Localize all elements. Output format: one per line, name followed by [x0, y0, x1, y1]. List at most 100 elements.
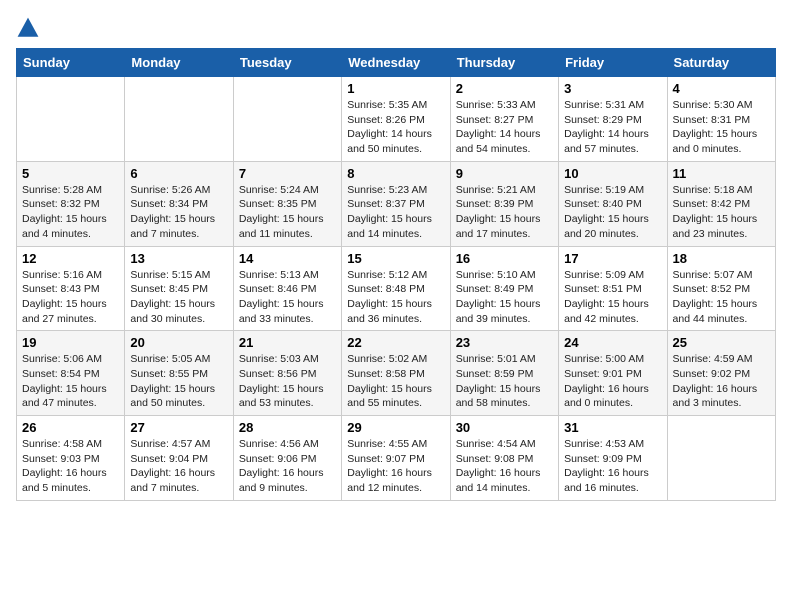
day-info: Sunrise: 5:06 AMSunset: 8:54 PMDaylight:… — [22, 352, 119, 411]
calendar-cell: 7 Sunrise: 5:24 AMSunset: 8:35 PMDaylight… — [233, 161, 341, 246]
day-number: 9 — [456, 166, 553, 181]
calendar-cell: 26 Sunrise: 4:58 AMSunset: 9:03 PMDayligh… — [17, 416, 125, 501]
calendar-cell: 23Sunrise: 5:01 AMSunset: 8:59 PMDayligh… — [450, 331, 558, 416]
calendar-header: SundayMondayTuesdayWednesdayThursdayFrid… — [17, 49, 776, 77]
calendar-cell: 6 Sunrise: 5:26 AMSunset: 8:34 PMDaylight… — [125, 161, 233, 246]
day-info: Sunrise: 5:31 AMSunset: 8:29 PMDaylight:… — [564, 98, 661, 157]
calendar-cell — [125, 77, 233, 162]
day-number: 6 — [130, 166, 227, 181]
calendar-cell: 28 Sunrise: 4:56 AMSunset: 9:06 PMDayligh… — [233, 416, 341, 501]
calendar-cell: 20 Sunrise: 5:05 AMSunset: 8:55 PMDayligh… — [125, 331, 233, 416]
logo-icon — [16, 16, 40, 40]
day-info: Sunrise: 4:59 AMSunset: 9:02 PMDaylight:… — [673, 352, 770, 411]
day-info: Sunrise: 5:01 AMSunset: 8:59 PMDaylight:… — [456, 352, 553, 411]
weekday-row: SundayMondayTuesdayWednesdayThursdayFrid… — [17, 49, 776, 77]
day-info: Sunrise: 5:28 AMSunset: 8:32 PMDaylight:… — [22, 183, 119, 242]
day-number: 20 — [130, 335, 227, 350]
day-info: Sunrise: 5:00 AMSunset: 9:01 PMDaylight:… — [564, 352, 661, 411]
day-info: Sunrise: 5:02 AMSunset: 8:58 PMDaylight:… — [347, 352, 444, 411]
calendar-cell: 29Sunrise: 4:55 AMSunset: 9:07 PMDayligh… — [342, 416, 450, 501]
day-info: Sunrise: 5:16 AMSunset: 8:43 PMDaylight:… — [22, 268, 119, 327]
day-info: Sunrise: 5:19 AMSunset: 8:40 PMDaylight:… — [564, 183, 661, 242]
day-number: 30 — [456, 420, 553, 435]
day-info: Sunrise: 4:55 AMSunset: 9:07 PMDaylight:… — [347, 437, 444, 496]
calendar-table: SundayMondayTuesdayWednesdayThursdayFrid… — [16, 48, 776, 501]
day-number: 26 — [22, 420, 119, 435]
day-info: Sunrise: 5:23 AMSunset: 8:37 PMDaylight:… — [347, 183, 444, 242]
calendar-cell: 3 Sunrise: 5:31 AMSunset: 8:29 PMDaylight… — [559, 77, 667, 162]
calendar-cell: 16 Sunrise: 5:10 AMSunset: 8:49 PMDayligh… — [450, 246, 558, 331]
calendar-cell: 11Sunrise: 5:18 AMSunset: 8:42 PMDayligh… — [667, 161, 775, 246]
day-number: 1 — [347, 81, 444, 96]
day-info: Sunrise: 4:58 AMSunset: 9:03 PMDaylight:… — [22, 437, 119, 496]
calendar-cell: 22 Sunrise: 5:02 AMSunset: 8:58 PMDayligh… — [342, 331, 450, 416]
calendar-cell: 2 Sunrise: 5:33 AMSunset: 8:27 PMDaylight… — [450, 77, 558, 162]
day-number: 24 — [564, 335, 661, 350]
calendar-cell: 24 Sunrise: 5:00 AMSunset: 9:01 PMDayligh… — [559, 331, 667, 416]
day-info: Sunrise: 5:07 AMSunset: 8:52 PMDaylight:… — [673, 268, 770, 327]
calendar-cell: 1Sunrise: 5:35 AMSunset: 8:26 PMDaylight… — [342, 77, 450, 162]
day-info: Sunrise: 5:03 AMSunset: 8:56 PMDaylight:… — [239, 352, 336, 411]
day-number: 3 — [564, 81, 661, 96]
day-number: 17 — [564, 251, 661, 266]
day-number: 31 — [564, 420, 661, 435]
calendar-cell: 19 Sunrise: 5:06 AMSunset: 8:54 PMDayligh… — [17, 331, 125, 416]
day-info: Sunrise: 5:05 AMSunset: 8:55 PMDaylight:… — [130, 352, 227, 411]
day-info: Sunrise: 5:33 AMSunset: 8:27 PMDaylight:… — [456, 98, 553, 157]
weekday-header: Monday — [125, 49, 233, 77]
day-number: 28 — [239, 420, 336, 435]
day-number: 21 — [239, 335, 336, 350]
day-number: 12 — [22, 251, 119, 266]
weekday-header: Tuesday — [233, 49, 341, 77]
weekday-header: Sunday — [17, 49, 125, 77]
calendar-cell: 12 Sunrise: 5:16 AMSunset: 8:43 PMDayligh… — [17, 246, 125, 331]
day-info: Sunrise: 5:13 AMSunset: 8:46 PMDaylight:… — [239, 268, 336, 327]
calendar-week-row: 1Sunrise: 5:35 AMSunset: 8:26 PMDaylight… — [17, 77, 776, 162]
weekday-header: Friday — [559, 49, 667, 77]
calendar-cell: 21 Sunrise: 5:03 AMSunset: 8:56 PMDayligh… — [233, 331, 341, 416]
day-number: 22 — [347, 335, 444, 350]
weekday-header: Saturday — [667, 49, 775, 77]
calendar-cell — [667, 416, 775, 501]
day-number: 10 — [564, 166, 661, 181]
calendar-cell: 17Sunrise: 5:09 AMSunset: 8:51 PMDayligh… — [559, 246, 667, 331]
calendar-week-row: 5 Sunrise: 5:28 AMSunset: 8:32 PMDaylight… — [17, 161, 776, 246]
calendar-cell: 10 Sunrise: 5:19 AMSunset: 8:40 PMDayligh… — [559, 161, 667, 246]
day-info: Sunrise: 5:30 AMSunset: 8:31 PMDaylight:… — [673, 98, 770, 157]
day-info: Sunrise: 4:53 AMSunset: 9:09 PMDaylight:… — [564, 437, 661, 496]
weekday-header: Thursday — [450, 49, 558, 77]
day-info: Sunrise: 5:24 AMSunset: 8:35 PMDaylight:… — [239, 183, 336, 242]
day-number: 7 — [239, 166, 336, 181]
day-number: 16 — [456, 251, 553, 266]
calendar-cell: 9Sunrise: 5:21 AMSunset: 8:39 PMDaylight… — [450, 161, 558, 246]
day-info: Sunrise: 5:12 AMSunset: 8:48 PMDaylight:… — [347, 268, 444, 327]
calendar-cell: 14 Sunrise: 5:13 AMSunset: 8:46 PMDayligh… — [233, 246, 341, 331]
calendar-cell: 4 Sunrise: 5:30 AMSunset: 8:31 PMDaylight… — [667, 77, 775, 162]
day-info: Sunrise: 5:10 AMSunset: 8:49 PMDaylight:… — [456, 268, 553, 327]
calendar-cell: 13Sunrise: 5:15 AMSunset: 8:45 PMDayligh… — [125, 246, 233, 331]
calendar-cell: 5 Sunrise: 5:28 AMSunset: 8:32 PMDaylight… — [17, 161, 125, 246]
day-info: Sunrise: 4:56 AMSunset: 9:06 PMDaylight:… — [239, 437, 336, 496]
day-number: 14 — [239, 251, 336, 266]
calendar-week-row: 26 Sunrise: 4:58 AMSunset: 9:03 PMDayligh… — [17, 416, 776, 501]
calendar-cell: 30Sunrise: 4:54 AMSunset: 9:08 PMDayligh… — [450, 416, 558, 501]
page-header — [16, 16, 776, 40]
day-info: Sunrise: 5:26 AMSunset: 8:34 PMDaylight:… — [130, 183, 227, 242]
day-number: 8 — [347, 166, 444, 181]
day-number: 18 — [673, 251, 770, 266]
day-info: Sunrise: 5:15 AMSunset: 8:45 PMDaylight:… — [130, 268, 227, 327]
day-number: 27 — [130, 420, 227, 435]
calendar-cell — [17, 77, 125, 162]
day-number: 4 — [673, 81, 770, 96]
day-number: 11 — [673, 166, 770, 181]
day-number: 5 — [22, 166, 119, 181]
day-number: 2 — [456, 81, 553, 96]
calendar-cell: 27Sunrise: 4:57 AMSunset: 9:04 PMDayligh… — [125, 416, 233, 501]
calendar-cell: 8 Sunrise: 5:23 AMSunset: 8:37 PMDaylight… — [342, 161, 450, 246]
calendar-week-row: 12 Sunrise: 5:16 AMSunset: 8:43 PMDayligh… — [17, 246, 776, 331]
calendar-week-row: 19 Sunrise: 5:06 AMSunset: 8:54 PMDayligh… — [17, 331, 776, 416]
calendar-cell: 18 Sunrise: 5:07 AMSunset: 8:52 PMDayligh… — [667, 246, 775, 331]
logo — [16, 16, 44, 40]
day-number: 19 — [22, 335, 119, 350]
calendar-body: 1Sunrise: 5:35 AMSunset: 8:26 PMDaylight… — [17, 77, 776, 501]
